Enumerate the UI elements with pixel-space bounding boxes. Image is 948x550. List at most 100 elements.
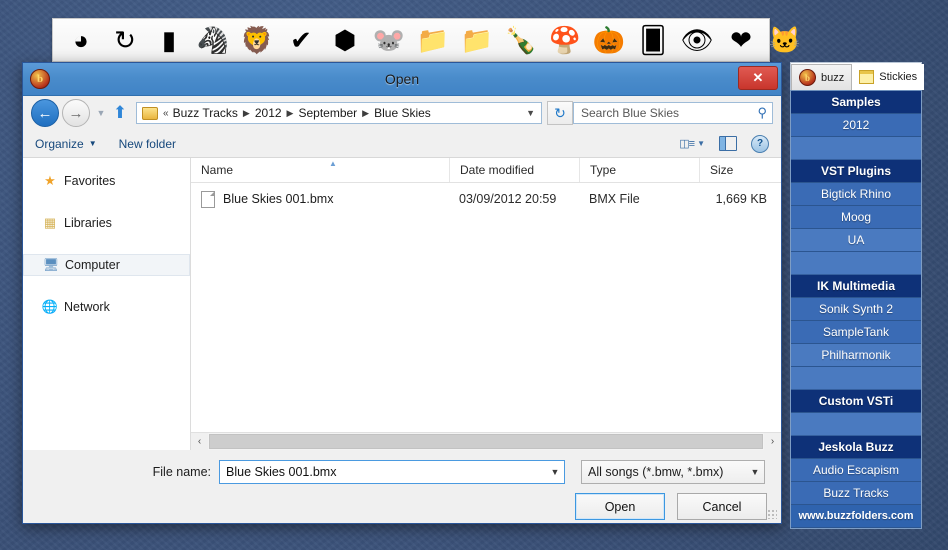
- lion-icon[interactable]: 🦁: [238, 22, 276, 58]
- buzz-folder-label: IK Multimedia: [816, 279, 895, 293]
- dropbox-folder-icon[interactable]: 📁: [414, 22, 452, 58]
- tab-stickies[interactable]: Stickies: [852, 64, 925, 90]
- download-folder-icon[interactable]: 📁: [458, 22, 496, 58]
- buzz-folder-item[interactable]: Buzz Tracks: [791, 482, 921, 505]
- tab-stickies-label: Stickies: [879, 71, 918, 83]
- sticky-note-icon: [859, 70, 875, 84]
- dialog-buttons: Open Cancel: [23, 493, 767, 520]
- help-icon[interactable]: ?: [751, 134, 769, 153]
- breadcrumb-blue-skies[interactable]: Blue Skies: [374, 106, 431, 120]
- file-name-field[interactable]: ▼: [219, 460, 565, 484]
- breadcrumb-2012[interactable]: 2012: [255, 106, 282, 120]
- buzz-folder-label: Sonik Synth 2: [818, 302, 894, 316]
- buzz-folder-spacer: [791, 413, 921, 436]
- pumpkin-icon[interactable]: 🎃: [590, 22, 628, 58]
- buzz-folder-label: SampleTank: [822, 325, 890, 339]
- sidebar-item-computer[interactable]: 🖥 Computer: [23, 254, 190, 276]
- recycle-arrows-icon[interactable]: ↻: [106, 22, 144, 58]
- breadcrumb-separator-icon[interactable]: ▶: [362, 108, 369, 119]
- file-type-filter-label: All songs (*.bmw, *.bmx): [588, 465, 724, 479]
- column-header-date-modified[interactable]: Date modified: [449, 158, 579, 182]
- column-header-size[interactable]: Size: [699, 158, 781, 182]
- scroll-left-icon[interactable]: ‹: [191, 433, 208, 450]
- address-dropdown-icon[interactable]: ▼: [520, 108, 541, 118]
- zebra-icon[interactable]: 🦓: [194, 22, 232, 58]
- change-view-button[interactable]: ◫≡ ▼: [679, 137, 705, 150]
- new-folder-button[interactable]: New folder: [119, 137, 176, 151]
- buzz-folder-item[interactable]: 2012: [791, 114, 921, 137]
- equalizer-chart-icon[interactable]: ▮: [150, 22, 188, 58]
- file-date-cell: 03/09/2012 20:59: [459, 192, 557, 206]
- buzz-folder-item[interactable]: Philharmonik: [791, 344, 921, 367]
- cancel-button[interactable]: Cancel: [677, 493, 767, 520]
- breadcrumb-overflow-icon[interactable]: «: [163, 108, 169, 119]
- search-input[interactable]: [579, 105, 758, 121]
- buzz-folder-item[interactable]: UA: [791, 229, 921, 252]
- chevron-down-icon: ▼: [88, 139, 97, 148]
- buzz-folder-item[interactable]: IK Multimedia: [791, 275, 921, 298]
- breadcrumb-separator-icon[interactable]: ▶: [287, 108, 294, 119]
- table-row[interactable]: Blue Skies 001.bmx 03/09/2012 20:59 BMX …: [191, 187, 781, 211]
- breadcrumb-separator-icon[interactable]: ▶: [243, 108, 250, 119]
- command-bar-right: ◫≡ ▼ ?: [679, 134, 769, 153]
- buzz-folder-item[interactable]: Samples: [791, 91, 921, 114]
- horizontal-scrollbar[interactable]: ‹ ›: [191, 432, 781, 450]
- resize-grip[interactable]: [767, 509, 777, 519]
- buzz-folder-item[interactable]: Moog: [791, 206, 921, 229]
- chevron-down-icon: ▼: [750, 467, 760, 477]
- buzz-folder-item[interactable]: Sonik Synth 2: [791, 298, 921, 321]
- mouse-character-icon[interactable]: 🐭: [370, 22, 408, 58]
- sidebar-item-network[interactable]: 🌐 Network: [23, 296, 190, 318]
- buzz-folder-spacer: [791, 367, 921, 390]
- breadcrumb-september[interactable]: September: [298, 106, 357, 120]
- sidebar-item-favorites[interactable]: ★ Favorites: [23, 170, 190, 192]
- up-folder-button[interactable]: ⬆: [109, 103, 131, 123]
- forward-button[interactable]: →: [62, 99, 90, 127]
- search-box[interactable]: ⚲: [573, 102, 773, 124]
- buzz-folder-item[interactable]: VST Plugins: [791, 160, 921, 183]
- sidebar-item-label: Network: [64, 300, 110, 314]
- navigation-pane: ★ Favorites ▦ Libraries 🖥 Computer 🌐 Net…: [23, 158, 191, 450]
- scroll-right-icon[interactable]: ›: [764, 433, 781, 450]
- scrollbar-thumb[interactable]: [209, 434, 763, 449]
- back-button[interactable]: ←: [31, 99, 59, 127]
- command-bar: Organize ▼ New folder ◫≡ ▼ ?: [23, 130, 781, 158]
- file-name-input[interactable]: [220, 464, 546, 480]
- breadcrumb-buzz-tracks[interactable]: Buzz Tracks: [173, 106, 238, 120]
- buzz-folder-label: Custom VSTi: [818, 394, 894, 408]
- buzz-folder-item[interactable]: Custom VSTi: [791, 390, 921, 413]
- chevron-down-icon[interactable]: ▼: [546, 467, 564, 477]
- buzz-folder-spacer: [791, 137, 921, 160]
- close-button[interactable]: ✕: [738, 66, 778, 90]
- history-dropdown-icon[interactable]: ▼: [93, 108, 109, 118]
- search-icon[interactable]: ⚲: [757, 105, 767, 121]
- computer-icon: 🖥: [42, 257, 60, 272]
- chrome-pie-icon[interactable]: ◕: [62, 22, 100, 58]
- cat-icon[interactable]: 🐱: [766, 22, 804, 58]
- sidebar-item-libraries[interactable]: ▦ Libraries: [23, 212, 190, 234]
- tab-buzz[interactable]: b buzz: [791, 64, 853, 90]
- buzz-folder-item[interactable]: SampleTank: [791, 321, 921, 344]
- column-header-name[interactable]: Name: [191, 158, 449, 182]
- buzz-folder-item[interactable]: Audio Escapism: [791, 459, 921, 482]
- chevron-down-icon: ▼: [697, 139, 705, 148]
- playing-cards-icon[interactable]: 🂠: [634, 22, 672, 58]
- organize-button[interactable]: Organize ▼: [35, 137, 97, 151]
- mushroom-icon[interactable]: 🍄: [546, 22, 584, 58]
- preview-pane-button[interactable]: [719, 136, 737, 151]
- whiskey-bottle-icon[interactable]: 🍾: [502, 22, 540, 58]
- address-bar[interactable]: « Buzz Tracks ▶ 2012 ▶ September ▶ Blue …: [136, 102, 542, 124]
- open-file-dialog: b Open ✕ ← → ▼ ⬆ « Buzz Tracks ▶ 2012 ▶ …: [22, 62, 782, 524]
- eye-icon[interactable]: 👁: [678, 22, 716, 58]
- buzz-folder-item[interactable]: Jeskola Buzz: [791, 436, 921, 459]
- buzz-folder-item[interactable]: Bigtick Rhino: [791, 183, 921, 206]
- open-button[interactable]: Open: [575, 493, 665, 520]
- column-header-type[interactable]: Type: [579, 158, 699, 182]
- file-type-filter-select[interactable]: All songs (*.bmw, *.bmx) ▼: [581, 460, 765, 484]
- refresh-button[interactable]: ↻: [547, 101, 573, 125]
- checkmark-monitor-icon[interactable]: ✔: [282, 22, 320, 58]
- heart-icon[interactable]: ❤: [722, 22, 760, 58]
- colored-cubes-icon[interactable]: ⬢: [326, 22, 364, 58]
- buzz-folder-item[interactable]: www.buzzfolders.com: [791, 505, 921, 528]
- tab-buzz-label: buzz: [821, 71, 845, 84]
